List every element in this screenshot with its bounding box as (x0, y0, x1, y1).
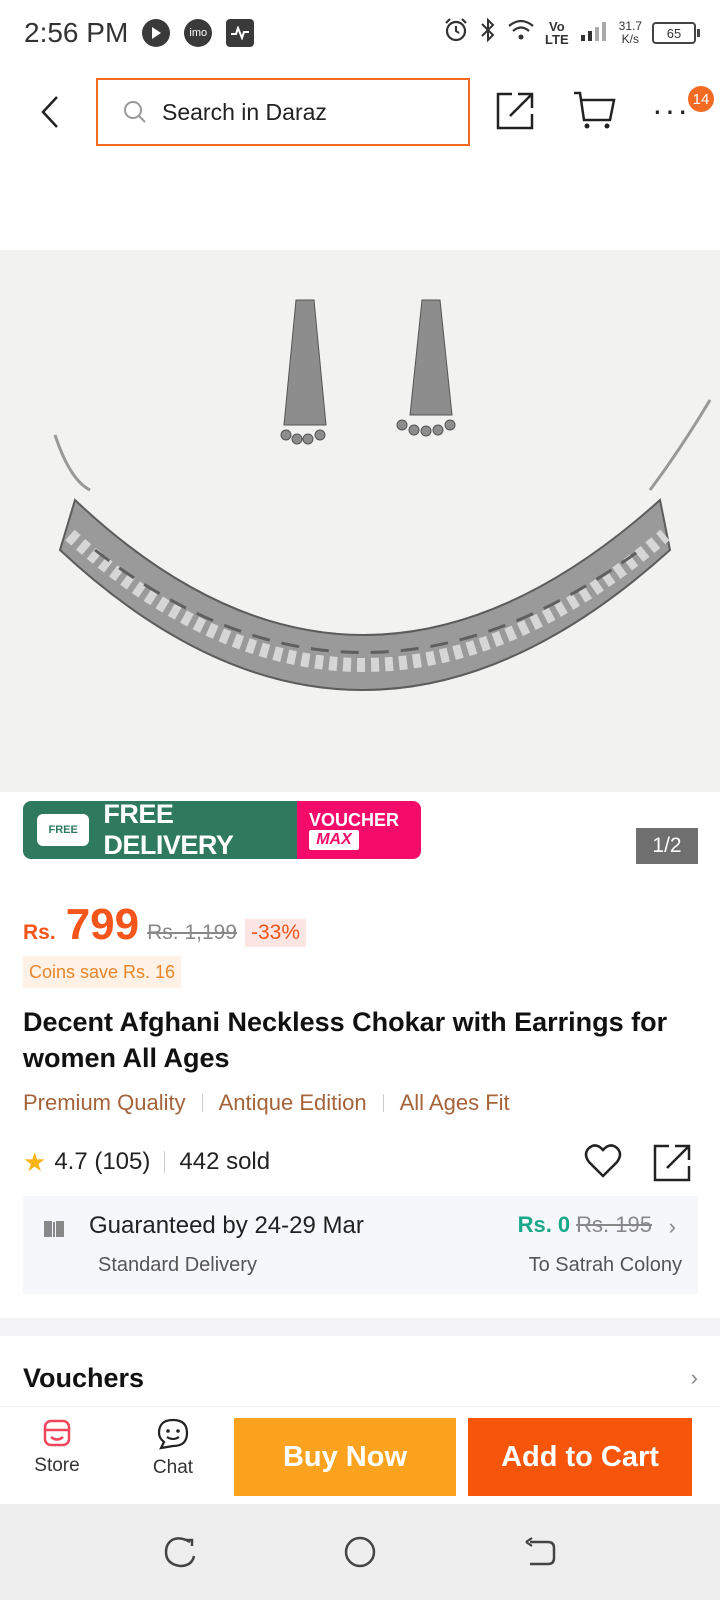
vouchers-label: Vouchers (23, 1362, 145, 1393)
image-counter: 1/2 (636, 828, 698, 864)
signal-icon (579, 19, 609, 48)
system-back-icon (525, 1537, 556, 1566)
discount-badge: -33% (245, 919, 307, 947)
tag-divider (201, 1094, 203, 1112)
product-image-gallery[interactable] (0, 250, 720, 792)
status-bar: 2:56 PM imo Vo LTE 31.7 K/s 65 (0, 0, 720, 66)
chevron-right-icon: › (668, 1214, 676, 1239)
heart-icon (584, 1144, 622, 1178)
delivery-price-new: Rs. 0 (517, 1212, 571, 1237)
voucher-label: VOUCHER (309, 810, 400, 830)
add-to-cart-button[interactable]: Add to Cart (468, 1418, 692, 1496)
rating-row: ★ 4.7 (105) 442 sold (23, 1142, 698, 1182)
alarm-icon (443, 17, 469, 50)
battery-indicator: 65 (652, 22, 700, 44)
wishlist-button[interactable] (583, 1142, 627, 1182)
price-row: Rs. 799 Rs. 1,199 -33% (23, 900, 307, 950)
price-value: 799 (65, 900, 140, 949)
package-icon (44, 1217, 64, 1237)
price-currency: Rs. (23, 921, 56, 944)
chevron-right-icon: › (690, 1365, 698, 1390)
tag-divider (382, 1094, 384, 1112)
tag-premium-quality: Premium Quality (23, 1090, 186, 1115)
delivery-price: Rs. 0 Rs. 195 (518, 1212, 652, 1238)
voucher-max-badge: VOUCHER MAX (297, 801, 421, 859)
vouchers-row[interactable]: Vouchers › (23, 1356, 698, 1400)
star-icon: ★ (23, 1146, 47, 1177)
tag-antique-edition: Antique Edition (218, 1090, 367, 1115)
back-button[interactable] (30, 90, 70, 134)
play-icon (142, 19, 171, 47)
system-back-button[interactable] (522, 1534, 558, 1570)
chat-icon (157, 1418, 189, 1450)
store-button[interactable]: Store (12, 1417, 102, 1497)
search-placeholder: Search in Daraz (162, 98, 327, 125)
search-input[interactable]: Search in Daraz (96, 78, 470, 146)
top-bar: Search in Daraz ··· (0, 74, 720, 150)
recent-apps-button[interactable] (162, 1534, 198, 1570)
product-tags: Premium Quality Antique Edition All Ages… (23, 1090, 510, 1116)
share-icon (653, 1144, 691, 1182)
coins-note: Coins save Rs. 16 (23, 956, 182, 988)
delivery-price-old: Rs. 195 (576, 1212, 652, 1237)
bottom-action-bar: Store Chat Buy Now Add to Cart (0, 1406, 720, 1504)
recent-apps-icon (164, 1537, 196, 1568)
search-icon (124, 101, 146, 123)
home-button[interactable] (342, 1534, 378, 1570)
sold-count: 442 sold (179, 1148, 271, 1175)
imo-icon: imo (184, 19, 213, 47)
delivery-info[interactable]: Guaranteed by 24-29 Mar Standard Deliver… (23, 1196, 698, 1294)
original-price: Rs. 1,199 (147, 921, 237, 944)
network-type: Vo LTE (545, 19, 569, 47)
delivery-type: Standard Delivery (98, 1254, 257, 1276)
store-icon (43, 1419, 71, 1447)
status-time: 2:56 PM (24, 17, 129, 48)
store-label: Store (34, 1455, 80, 1476)
product-title: Decent Afghani Neckless Chokar with Earr… (23, 1007, 668, 1073)
system-nav-bar (0, 1504, 720, 1600)
free-delivery-label: FREE DELIVERY (103, 801, 234, 859)
cart-icon (574, 91, 616, 129)
wifi-icon (507, 18, 535, 49)
share-product-button[interactable] (653, 1142, 697, 1182)
more-options-button[interactable]: ··· (652, 88, 692, 132)
tag-all-ages-fit: All Ages Fit (399, 1090, 510, 1115)
chat-button[interactable]: Chat (128, 1417, 218, 1497)
cart-badge: 14 (688, 86, 714, 112)
share-icon (496, 92, 534, 130)
bluetooth-icon (479, 17, 497, 50)
section-divider (0, 1318, 720, 1336)
chevron-left-icon (41, 96, 58, 128)
activity-icon (226, 19, 255, 47)
share-button[interactable] (496, 90, 540, 134)
cart-button[interactable] (572, 90, 620, 134)
status-right-icons: Vo LTE 31.7 K/s 65 (443, 17, 700, 50)
network-speed: 31.7 K/s (618, 19, 642, 46)
status-left-icons: imo (142, 19, 255, 47)
rating-divider (164, 1151, 166, 1173)
buy-now-button[interactable]: Buy Now (234, 1418, 456, 1496)
voucher-max-label: MAX (309, 830, 359, 850)
rating-value[interactable]: 4.7 (105) (54, 1148, 150, 1176)
home-icon (344, 1536, 376, 1568)
delivery-guarantee: Guaranteed by 24-29 Mar (89, 1212, 364, 1239)
free-delivery-badge: FREE FREE DELIVERY (23, 801, 297, 859)
delivery-truck-icon: FREE (37, 814, 90, 846)
delivery-destination: To Satrah Colony (528, 1254, 682, 1276)
chat-label: Chat (152, 1457, 194, 1478)
promo-banner: FREE FREE DELIVERY VOUCHER MAX (23, 801, 421, 859)
product-photo (0, 250, 720, 792)
